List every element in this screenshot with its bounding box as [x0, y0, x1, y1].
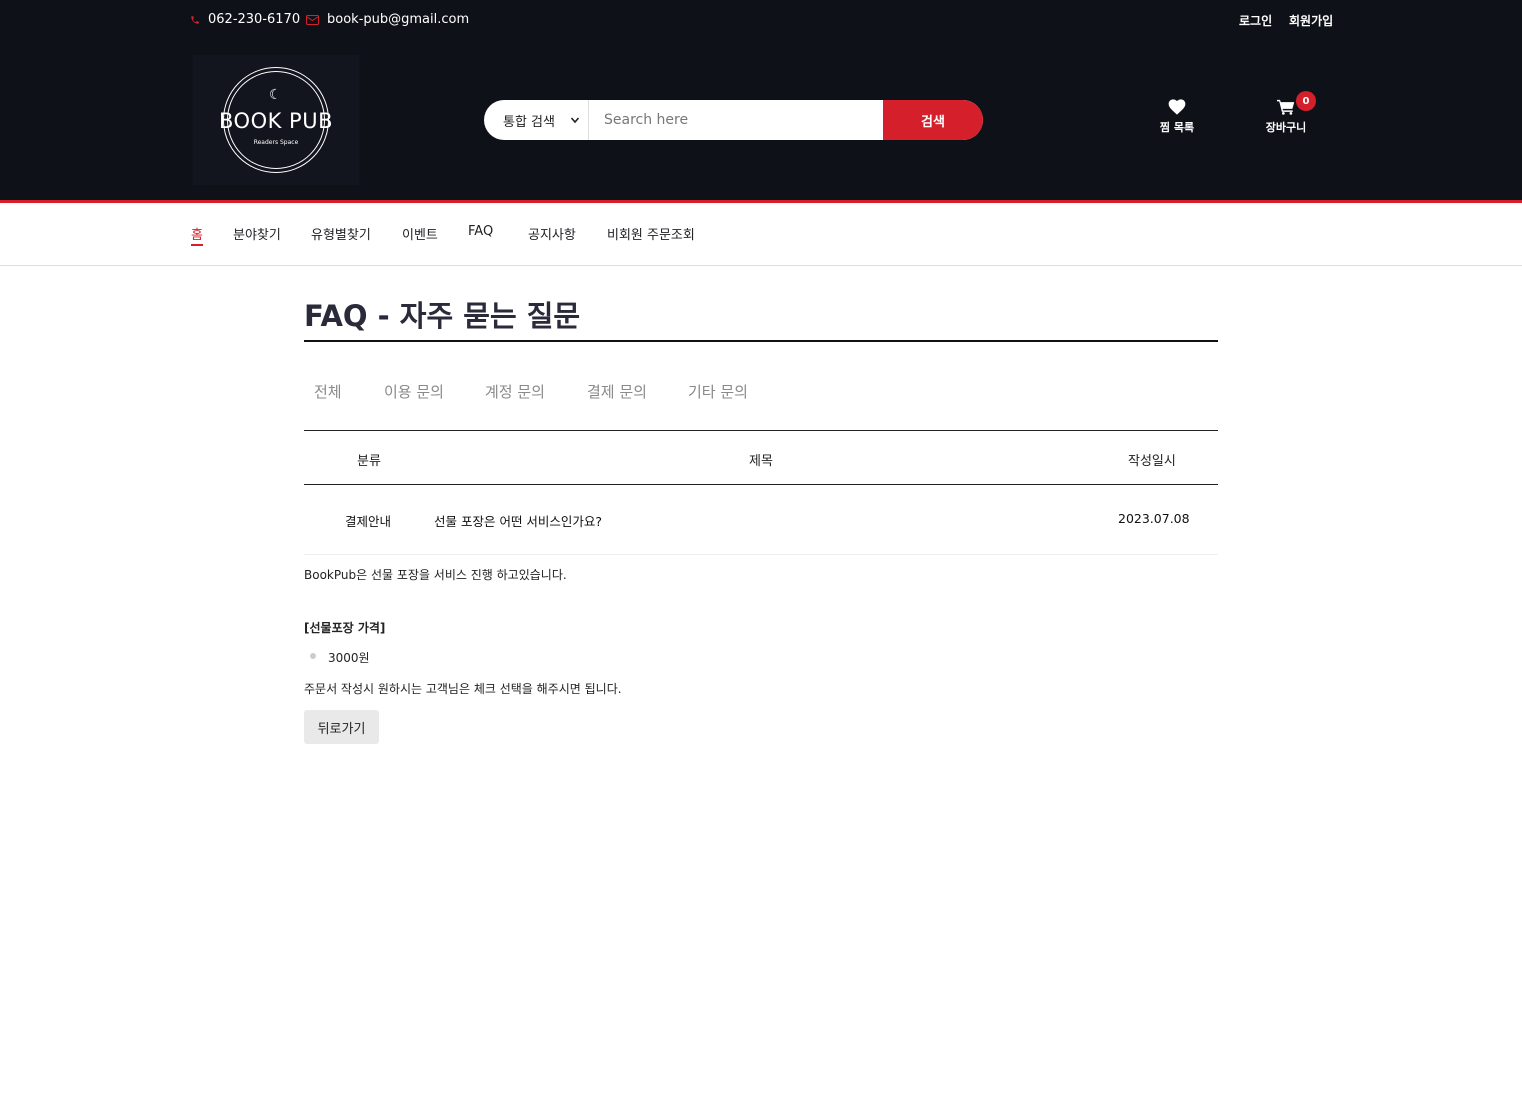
nav-item-notices[interactable]: 공지사항 — [528, 224, 576, 243]
row-category: 결제안내 — [345, 514, 392, 529]
answer-heading: [선물포장 가격] — [304, 621, 386, 635]
back-button[interactable]: 뒤로가기 — [304, 710, 379, 744]
nav-item-guest-order[interactable]: 비회원 주문조회 — [607, 224, 695, 243]
table-header-category: 분류 — [357, 454, 381, 469]
login-link[interactable]: 로그인 — [1239, 12, 1272, 29]
bullet-dot — [310, 653, 316, 659]
answer-instructions: 주문서 작성시 원하시는 고객님은 체크 선택을 해주시면 됩니다. — [304, 682, 622, 696]
answer-price: 3000원 — [328, 651, 370, 665]
table-top-border — [304, 430, 1218, 431]
cart-count-badge: 0 — [1296, 91, 1316, 111]
row-title[interactable]: 선물 포장은 어떤 서비스인가요? — [434, 511, 602, 530]
wishlist-button[interactable]: 찜 목록 — [1158, 99, 1196, 135]
contact-phone-text: 062-230-6170 — [208, 12, 301, 27]
tab-all[interactable]: 전체 — [314, 381, 342, 402]
cart-icon — [1277, 99, 1295, 115]
search-input[interactable] — [589, 100, 883, 140]
site-logo[interactable]: ☾ BOOK PUB Readers Space — [193, 55, 359, 185]
nav-item-events[interactable]: 이벤트 — [402, 224, 438, 243]
search-button[interactable]: 검색 — [883, 100, 983, 140]
heart-icon — [1168, 99, 1186, 115]
main-nav: 홈 분야찾기 유형별찾기 이벤트 FAQ 공지사항 비회원 주문조회 — [0, 203, 1522, 266]
search-type-select[interactable]: 통합 검색 — [484, 100, 589, 140]
envelope-icon — [306, 14, 319, 25]
table-header-title: 제목 — [749, 454, 773, 469]
nav-item-faq[interactable]: FAQ — [468, 224, 493, 239]
cart-label: 장바구니 — [1265, 121, 1307, 134]
row-date: 2023.07.08 — [1118, 511, 1190, 526]
title-divider — [304, 340, 1218, 342]
search-bar: 통합 검색 검색 — [484, 100, 983, 140]
tab-account[interactable]: 계정 문의 — [485, 381, 545, 402]
tab-payment[interactable]: 결제 문의 — [587, 381, 647, 402]
row-divider — [304, 554, 1218, 555]
chevron-down-icon — [570, 117, 580, 124]
signup-link[interactable]: 회원가입 — [1289, 12, 1333, 29]
tab-other[interactable]: 기타 문의 — [688, 381, 748, 402]
nav-item-home[interactable]: 홈 — [191, 224, 203, 246]
search-type-value: 통합 검색 — [503, 114, 555, 130]
logo-subtitle: Readers Space — [253, 139, 299, 146]
phone-icon — [191, 15, 199, 24]
page-title: FAQ - 자주 묻는 질문 — [304, 299, 581, 333]
logo-title: BOOK PUB — [219, 109, 333, 133]
nav-item-categories[interactable]: 분야찾기 — [233, 224, 281, 243]
moon-icon: ☾ — [269, 87, 282, 103]
table-header-date: 작성일시 — [1128, 454, 1176, 469]
table-header-border — [304, 484, 1218, 485]
contact-phone: 062-230-6170 — [190, 12, 300, 27]
answer-intro: BookPub은 선물 포장을 서비스 진행 하고있습니다. — [304, 568, 567, 582]
tab-usage[interactable]: 이용 문의 — [384, 381, 444, 402]
wishlist-label: 찜 목록 — [1159, 121, 1195, 134]
contact-email-text: book-pub@gmail.com — [327, 12, 470, 27]
nav-item-types[interactable]: 유형별찾기 — [311, 224, 371, 243]
contact-email: book-pub@gmail.com — [306, 12, 469, 27]
